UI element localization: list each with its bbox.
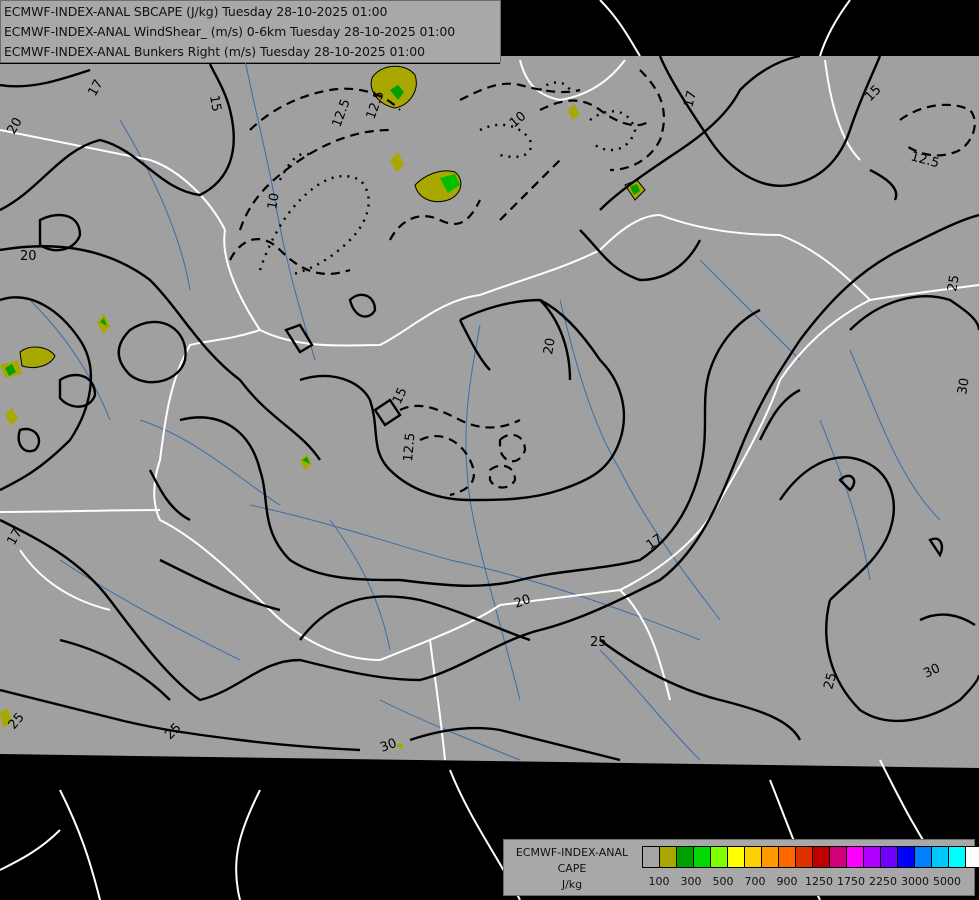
legend-swatch (949, 847, 966, 867)
legend-swatch (711, 847, 728, 867)
legend-swatch (745, 847, 762, 867)
legend-swatch (728, 847, 745, 867)
contour-label: 10 (265, 192, 283, 211)
cape-legend: ECMWF-INDEX-ANAL CAPE J/kg 100 300 500 700 9… (503, 839, 979, 896)
legend-tick-label: 500 (712, 875, 734, 888)
legend-swatch (643, 847, 660, 867)
weather-map: 17 15 20 20 17 15 20 15 17 20 25 25 25 3… (0, 0, 979, 900)
contour-label: 20 (20, 249, 37, 264)
legend-swatch (677, 847, 694, 867)
legend-tick-label: 3000 (901, 875, 929, 888)
legend-title-source: ECMWF-INDEX-ANAL (515, 846, 629, 859)
legend-tick-label: 100 (648, 875, 670, 888)
legend-swatch (813, 847, 830, 867)
legend-tick-label: 300 (680, 875, 702, 888)
legend-swatch (932, 847, 949, 867)
map-title-box: ECMWF-INDEX-ANAL SBCAPE (J/kg) Tuesday 2… (0, 0, 501, 63)
contour-label: 30 (955, 377, 973, 396)
legend-swatch (694, 847, 711, 867)
legend-swatch (864, 847, 881, 867)
legend-swatch (881, 847, 898, 867)
legend-swatch (898, 847, 915, 867)
legend-color-scale (642, 846, 979, 868)
title-line-bunkers: ECMWF-INDEX-ANAL Bunkers Right (m/s) Tue… (4, 44, 426, 59)
legend-tick-label: 1750 (837, 875, 865, 888)
legend-tick-label: 700 (744, 875, 766, 888)
legend-swatch (847, 847, 864, 867)
contour-label: 12.5 (401, 432, 418, 462)
legend-tick-label: 1250 (805, 875, 833, 888)
legend-title-units: J/kg (561, 878, 583, 891)
legend-swatch (660, 847, 677, 867)
legend-swatch (915, 847, 932, 867)
legend-title-variable: CAPE (557, 862, 587, 875)
legend-swatch (762, 847, 779, 867)
legend-tick-label: 2250 (869, 875, 897, 888)
contour-label: 25 (590, 635, 607, 650)
title-line-windshear: ECMWF-INDEX-ANAL WindShear_ (m/s) 0-6km … (4, 24, 456, 39)
legend-tick-label: 900 (776, 875, 798, 888)
legend-swatch (779, 847, 796, 867)
contour-label: 15 (206, 94, 224, 113)
title-line-sbcape: ECMWF-INDEX-ANAL SBCAPE (J/kg) Tuesday 2… (4, 4, 388, 19)
legend-swatch (830, 847, 847, 867)
contour-label: 25 (945, 274, 963, 293)
legend-tick-label: 5000 (933, 875, 961, 888)
legend-swatch (796, 847, 813, 867)
legend-swatch (966, 847, 979, 867)
contour-label: 20 (541, 337, 559, 356)
